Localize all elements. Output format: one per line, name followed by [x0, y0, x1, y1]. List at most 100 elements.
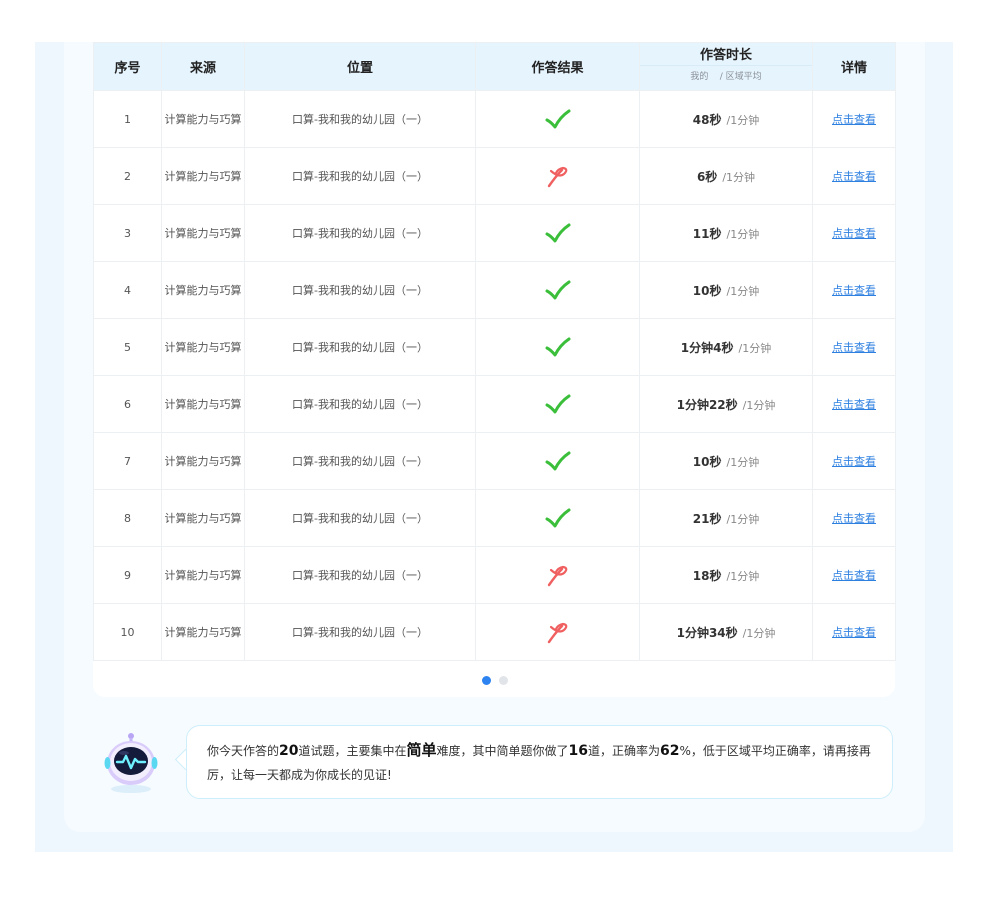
table-row: 7 计算能力与巧算 口算-我和我的幼儿园（一） 10秒/1分钟 点击查看 — [93, 432, 896, 490]
row-source: 计算能力与巧算 — [161, 375, 245, 433]
row-location: 口算-我和我的幼儿园（一） — [244, 147, 476, 205]
row-result — [475, 147, 640, 205]
row-duration: 1分钟34秒/1分钟 — [639, 603, 813, 661]
summary-text-2: 道试题，主要集中在 — [298, 744, 407, 758]
check-icon — [476, 507, 639, 529]
summary-total: 20 — [279, 743, 299, 759]
row-result — [475, 90, 640, 148]
row-duration-mine: 1分钟34秒 — [676, 625, 738, 640]
row-duration-avg: /1分钟 — [726, 284, 760, 298]
summary-bubble: 你今天作答的20道试题，主要集中在简单难度，其中简单题你做了16道，正确率为62… — [186, 725, 893, 799]
row-detail: 点击查看 — [812, 147, 896, 205]
table-row: 9 计算能力与巧算 口算-我和我的幼儿园（一） 18秒/1分钟 点击查看 — [93, 546, 896, 604]
row-index: 5 — [93, 318, 162, 376]
row-detail: 点击查看 — [812, 489, 896, 547]
header-duration-title: 作答时长 — [699, 48, 752, 63]
cross-icon — [476, 620, 639, 644]
row-duration-mine: 6秒 — [696, 169, 718, 184]
row-duration: 10秒/1分钟 — [639, 261, 813, 319]
table-row: 2 计算能力与巧算 口算-我和我的幼儿园（一） 6秒/1分钟 点击查看 — [93, 147, 896, 205]
header-detail: 详情 — [812, 42, 896, 91]
row-location: 口算-我和我的幼儿园（一） — [244, 603, 476, 661]
check-icon — [476, 450, 639, 472]
row-duration-avg: /1分钟 — [726, 227, 760, 241]
row-result — [475, 489, 640, 547]
row-index: 8 — [93, 489, 162, 547]
row-detail: 点击查看 — [812, 318, 896, 376]
row-detail: 点击查看 — [812, 204, 896, 262]
row-source: 计算能力与巧算 — [161, 546, 245, 604]
table-row: 5 计算能力与巧算 口算-我和我的幼儿园（一） 1分钟4秒/1分钟 点击查看 — [93, 318, 896, 376]
row-location: 口算-我和我的幼儿园（一） — [244, 546, 476, 604]
check-icon — [476, 222, 639, 244]
cross-icon — [476, 563, 639, 587]
row-source: 计算能力与巧算 — [161, 432, 245, 490]
table-row: 4 计算能力与巧算 口算-我和我的幼儿园（一） 10秒/1分钟 点击查看 — [93, 261, 896, 319]
row-duration-mine: 21秒 — [692, 511, 722, 526]
row-duration-mine: 18秒 — [692, 568, 722, 583]
row-result — [475, 546, 640, 604]
view-detail-link[interactable]: 点击查看 — [832, 227, 876, 240]
row-duration-mine: 1分钟4秒 — [680, 340, 734, 355]
row-duration-avg: /1分钟 — [722, 170, 756, 184]
row-result — [475, 261, 640, 319]
view-detail-link[interactable]: 点击查看 — [832, 455, 876, 468]
row-duration: 21秒/1分钟 — [639, 489, 813, 547]
summary-text-3: 难度，其中简单题你做了 — [436, 744, 569, 758]
header-duration-avg: / 区域平均 — [719, 72, 762, 82]
header-result: 作答结果 — [475, 42, 640, 91]
view-detail-link[interactable]: 点击查看 — [832, 398, 876, 411]
row-index: 3 — [93, 204, 162, 262]
robot-avatar-icon — [104, 731, 158, 795]
row-result — [475, 432, 640, 490]
view-detail-link[interactable]: 点击查看 — [832, 341, 876, 354]
check-icon — [476, 279, 639, 301]
row-result — [475, 603, 640, 661]
row-index: 7 — [93, 432, 162, 490]
view-detail-link[interactable]: 点击查看 — [832, 512, 876, 525]
view-detail-link[interactable]: 点击查看 — [832, 170, 876, 183]
row-detail: 点击查看 — [812, 90, 896, 148]
row-duration: 1分钟4秒/1分钟 — [639, 318, 813, 376]
view-detail-link[interactable]: 点击查看 — [832, 284, 876, 297]
view-detail-link[interactable]: 点击查看 — [832, 626, 876, 639]
view-detail-link[interactable]: 点击查看 — [832, 113, 876, 126]
row-detail: 点击查看 — [812, 603, 896, 661]
row-source: 计算能力与巧算 — [161, 603, 245, 661]
row-result — [475, 318, 640, 376]
row-duration: 6秒/1分钟 — [639, 147, 813, 205]
row-source: 计算能力与巧算 — [161, 318, 245, 376]
table-row: 1 计算能力与巧算 口算-我和我的幼儿园（一） 48秒/1分钟 点击查看 — [93, 90, 896, 148]
row-result — [475, 375, 640, 433]
view-detail-link[interactable]: 点击查看 — [832, 569, 876, 582]
row-location: 口算-我和我的幼儿园（一） — [244, 318, 476, 376]
pagination-dots — [482, 676, 508, 685]
summary-easy-count: 16 — [568, 743, 589, 759]
row-duration-avg: /1分钟 — [742, 398, 776, 412]
row-source: 计算能力与巧算 — [161, 489, 245, 547]
row-detail: 点击查看 — [812, 375, 896, 433]
summary-text-1: 你今天作答的 — [207, 744, 280, 758]
table-header-row: 序号 来源 位置 作答结果 作答时长 我的 / 区域平均 详情 — [93, 42, 896, 91]
row-duration-avg: /1分钟 — [726, 512, 760, 526]
row-index: 1 — [93, 90, 162, 148]
row-detail: 点击查看 — [812, 432, 896, 490]
row-index: 10 — [93, 603, 162, 661]
check-icon — [476, 336, 639, 358]
table-row: 6 计算能力与巧算 口算-我和我的幼儿园（一） 1分钟22秒/1分钟 点击查看 — [93, 375, 896, 433]
row-location: 口算-我和我的幼儿园（一） — [244, 90, 476, 148]
row-source: 计算能力与巧算 — [161, 261, 245, 319]
row-duration-avg: /1分钟 — [726, 113, 760, 127]
header-duration-sub: 我的 / 区域平均 — [640, 65, 812, 90]
page-dot-1[interactable] — [482, 676, 491, 685]
row-duration-mine: 10秒 — [692, 283, 722, 298]
row-source: 计算能力与巧算 — [161, 204, 245, 262]
row-duration-mine: 11秒 — [692, 226, 722, 241]
table-row: 3 计算能力与巧算 口算-我和我的幼儿园（一） 11秒/1分钟 点击查看 — [93, 204, 896, 262]
row-detail: 点击查看 — [812, 546, 896, 604]
summary-text-4: 道，正确率为 — [588, 744, 661, 758]
row-duration-avg: /1分钟 — [726, 569, 760, 583]
page-dot-2[interactable] — [499, 676, 508, 685]
row-duration-avg: /1分钟 — [742, 626, 776, 640]
row-duration-avg: /1分钟 — [726, 455, 760, 469]
